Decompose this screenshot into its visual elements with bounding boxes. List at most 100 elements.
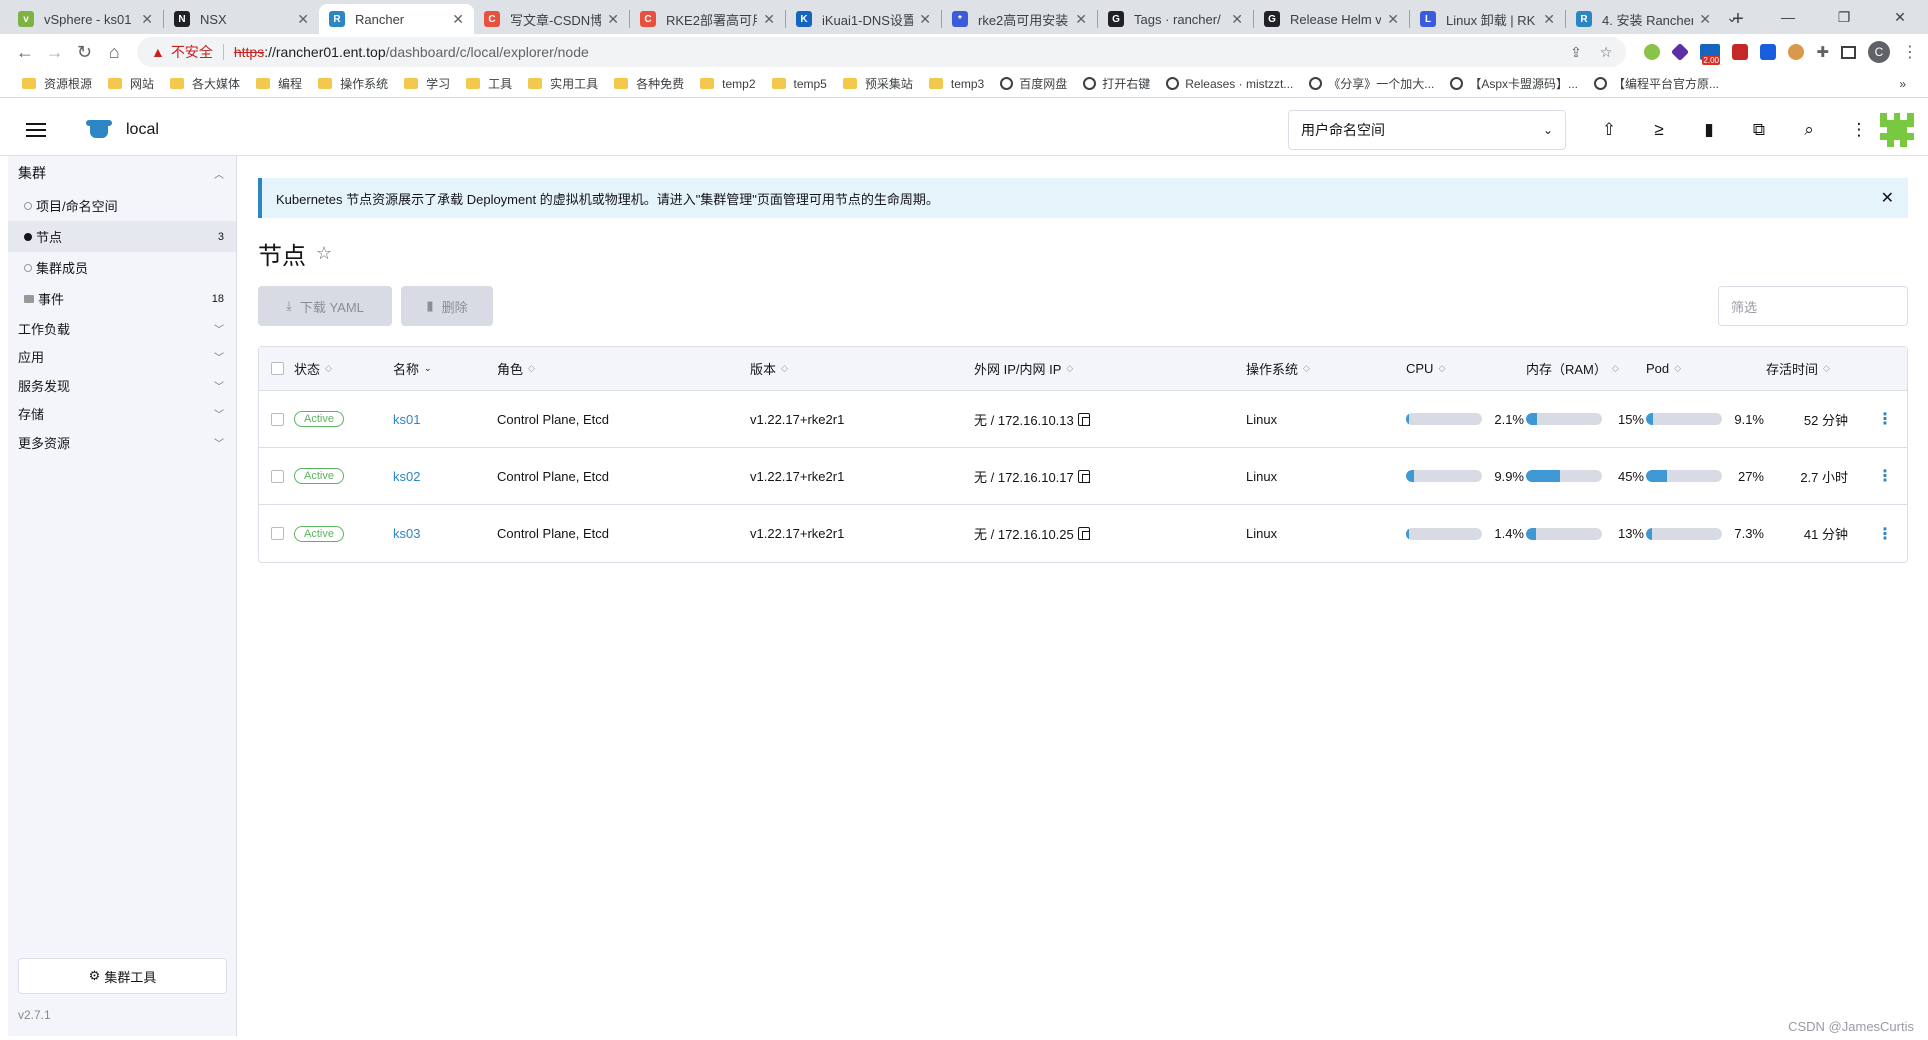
tab-close-icon[interactable]: ✕ <box>1543 11 1555 28</box>
reload-button[interactable]: ↻ <box>70 36 100 68</box>
bookmark-item[interactable]: 学习 <box>404 75 450 92</box>
filter-input[interactable]: 筛选 <box>1718 286 1908 326</box>
tab-close-icon[interactable]: ✕ <box>1075 11 1087 28</box>
extension-cube-icon[interactable] <box>1671 42 1690 62</box>
bookmark-item[interactable]: 打开右键 <box>1083 75 1150 92</box>
minimize-button[interactable]: — <box>1760 0 1816 34</box>
browser-tab[interactable]: C 写文章-CSDN博 ✕ <box>474 4 629 34</box>
bookmark-item[interactable]: 预采集站 <box>842 75 913 92</box>
row-checkbox[interactable] <box>271 412 284 426</box>
sidebar-group[interactable]: 存储 ﹀ <box>8 400 236 429</box>
node-name-link[interactable]: ks01 <box>393 412 420 427</box>
menu-icon[interactable] <box>26 122 46 137</box>
home-button[interactable]: ⌂ <box>99 36 129 68</box>
extension-badge-icon[interactable]: 2.00 <box>1700 44 1721 65</box>
bookmark-item[interactable]: 【Aspx卡盟源码】... <box>1450 75 1578 92</box>
row-actions-icon[interactable]: ⋮ <box>1877 409 1893 429</box>
sidebar-item[interactable]: 集群成员 <box>8 252 236 283</box>
bookmark-item[interactable]: 工具 <box>466 75 512 92</box>
tab-close-icon[interactable]: ✕ <box>1387 11 1399 28</box>
bookmark-item[interactable]: 资源根源 <box>22 75 92 92</box>
row-actions-icon[interactable]: ⋮ <box>1877 466 1893 486</box>
sidebar-group[interactable]: 工作负载 ﹀ <box>8 314 236 343</box>
col-version[interactable]: 版本 ◇ <box>750 347 788 390</box>
bookmark-item[interactable]: temp5 <box>771 77 827 91</box>
bookmark-item[interactable]: 【编程平台官方原... <box>1594 75 1719 92</box>
copy-icon[interactable] <box>1077 412 1090 426</box>
user-avatar[interactable] <box>1880 113 1914 147</box>
bookmark-item[interactable]: 实用工具 <box>528 75 598 92</box>
copy-icon[interactable] <box>1077 469 1090 483</box>
bookmark-item[interactable]: Releases · mistzzt... <box>1166 77 1293 91</box>
tab-close-icon[interactable]: ✕ <box>452 11 464 28</box>
sidebar-item[interactable]: 节点 3 <box>8 221 236 252</box>
copy-kubeconfig-icon[interactable]: ⧉ <box>1734 120 1784 140</box>
col-pod[interactable]: Pod ◇ <box>1646 347 1681 390</box>
col-ip[interactable]: 外网 IP/内网 IP ◇ <box>974 347 1073 390</box>
bookmark-item[interactable]: temp2 <box>700 77 756 91</box>
extension-shield-icon[interactable] <box>1732 44 1749 60</box>
close-icon[interactable]: ✕ <box>1881 188 1894 208</box>
forward-button[interactable]: → <box>40 36 70 68</box>
tab-close-icon[interactable]: ✕ <box>607 11 619 28</box>
bookmark-item[interactable]: 各大媒体 <box>170 75 240 92</box>
col-roles[interactable]: 角色 ◇ <box>497 347 535 390</box>
bookmarks-overflow-icon[interactable]: » <box>1899 77 1906 91</box>
favorite-star-icon[interactable]: ☆ <box>316 243 332 264</box>
bookmark-star-icon[interactable]: ☆ <box>1600 44 1613 61</box>
address-bar[interactable]: ▲ 不安全 https ://rancher01.ent.top /dashbo… <box>137 37 1627 67</box>
version-label[interactable]: v2.7.1 <box>18 1008 51 1022</box>
row-checkbox[interactable] <box>271 469 284 483</box>
browser-tab[interactable]: C RKE2部署高可用 ✕ <box>630 4 785 34</box>
search-icon[interactable]: ⌕ <box>1784 120 1834 140</box>
download-yaml-button[interactable]: ⤓ 下载 YAML <box>258 286 392 326</box>
browser-tab[interactable]: N NSX ✕ <box>164 4 319 34</box>
row-actions-icon[interactable]: ⋮ <box>1877 524 1893 544</box>
col-ram[interactable]: 内存（RAM） ◇ <box>1526 347 1619 390</box>
extensions-puzzle-icon[interactable]: ✚ <box>1816 43 1829 61</box>
sidebar-item[interactable]: 事件 18 <box>8 283 236 314</box>
delete-button[interactable]: ▮ 删除 <box>401 286 493 326</box>
sidebar-group-cluster[interactable]: 集群 ︿ <box>8 156 236 190</box>
row-checkbox[interactable] <box>271 527 284 540</box>
tab-close-icon[interactable]: ✕ <box>1231 11 1243 28</box>
bookmark-item[interactable]: 百度网盘 <box>1000 75 1067 92</box>
namespace-filter-select[interactable]: 用户命名空间 ⌄ <box>1288 110 1566 150</box>
kubectl-shell-icon[interactable]: ≥ <box>1634 120 1684 140</box>
browser-tab[interactable]: KiKuai1-DNS设置 ✕ <box>786 4 941 34</box>
browser-tab[interactable]: G Release Helm v ✕ <box>1254 4 1409 34</box>
close-window-button[interactable]: ✕ <box>1872 0 1928 34</box>
tab-close-icon[interactable]: ✕ <box>141 11 153 28</box>
browser-tab[interactable]: * rke2高可用安装 ✕ <box>942 4 1097 34</box>
bookmark-item[interactable]: 操作系统 <box>318 75 388 92</box>
node-name-link[interactable]: ks03 <box>393 526 420 541</box>
col-age[interactable]: 存活时间 ◇ <box>1766 347 1830 390</box>
more-actions-icon[interactable]: ⋮ <box>1834 120 1884 140</box>
maximize-button[interactable]: ❐ <box>1816 0 1872 34</box>
sidebar-group[interactable]: 更多资源 ﹀ <box>8 428 236 457</box>
profile-avatar[interactable]: C <box>1868 41 1890 63</box>
share-icon[interactable]: ⇪ <box>1570 44 1582 61</box>
col-name[interactable]: 名称 ⌄ <box>393 347 432 390</box>
back-button[interactable]: ← <box>10 36 40 68</box>
browser-tab[interactable]: R Rancher ✕ <box>319 4 474 34</box>
col-state[interactable]: 状态 ◇ <box>294 347 332 390</box>
import-yaml-icon[interactable]: ⇧ <box>1584 120 1634 140</box>
browser-menu-icon[interactable]: ⋮ <box>1902 42 1918 62</box>
bookmark-item[interactable]: temp3 <box>928 77 984 91</box>
side-panel-icon[interactable] <box>1841 45 1856 59</box>
tab-close-icon[interactable]: ✕ <box>297 11 309 28</box>
bookmark-item[interactable]: 各种免费 <box>614 75 684 92</box>
tab-close-icon[interactable]: ✕ <box>763 11 775 28</box>
browser-tab[interactable]: L Linux 卸载 | RK ✕ <box>1410 4 1565 34</box>
col-cpu[interactable]: CPU ◇ <box>1406 347 1445 390</box>
node-name-link[interactable]: ks02 <box>393 469 420 484</box>
browser-tab[interactable]: v vSphere - ks01 ✕ <box>8 4 163 34</box>
kubeconfig-download-icon[interactable]: ▮ <box>1684 120 1734 140</box>
copy-icon[interactable] <box>1077 527 1090 540</box>
browser-tab[interactable]: R 4. 安装 Rancher ✕ <box>1566 4 1721 34</box>
browser-tab[interactable]: G Tags · rancher/ ✕ <box>1098 4 1253 34</box>
tab-search-icon[interactable]: ⌄ <box>1704 0 1760 34</box>
bookmark-item[interactable]: 编程 <box>256 75 302 92</box>
extension-green-icon[interactable] <box>1644 44 1661 60</box>
